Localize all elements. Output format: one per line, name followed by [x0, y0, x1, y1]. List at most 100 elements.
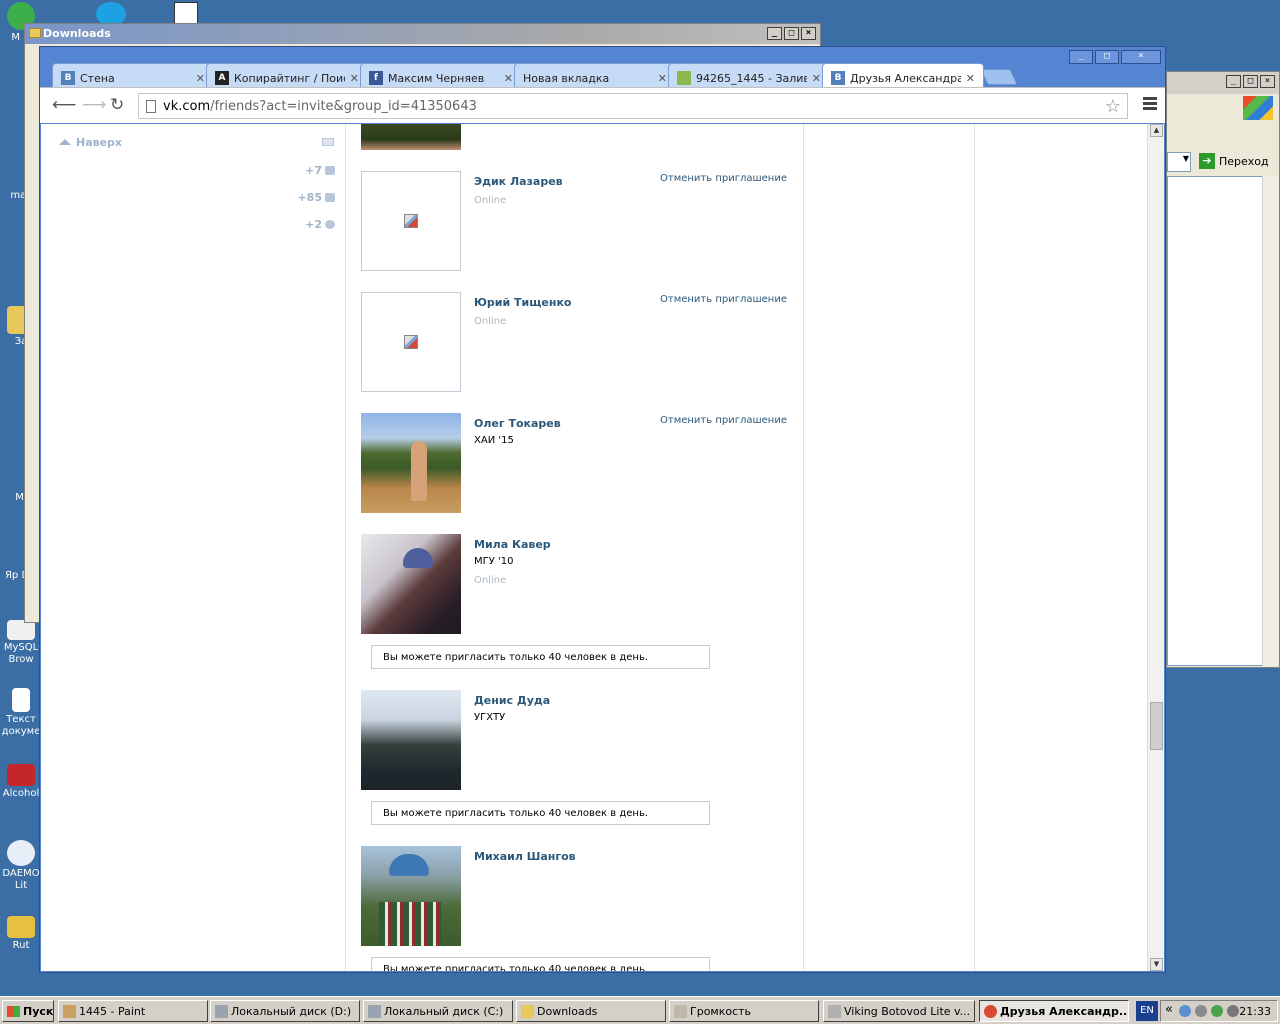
tab-wall[interactable]: В Стена ✕: [52, 63, 214, 87]
scroll-up-arrow-icon[interactable]: ▲: [1150, 124, 1163, 137]
scroll-to-top-link[interactable]: Наверх: [59, 136, 122, 149]
downloads-titlebar[interactable]: Downloads _ □ ×: [25, 24, 820, 44]
tab-close-icon[interactable]: ✕: [812, 72, 821, 85]
windows-logo-icon: [1243, 96, 1273, 120]
tab-image-upload[interactable]: 94265_1445 - Заливка ✕: [668, 63, 830, 87]
tab-close-icon[interactable]: ✕: [350, 72, 359, 85]
maximize-button[interactable]: □: [784, 27, 799, 40]
vk-icon: В: [61, 71, 75, 85]
start-button[interactable]: Пуск: [2, 1000, 54, 1022]
menu-icon[interactable]: [1143, 97, 1157, 112]
alcohol-icon: [7, 764, 35, 786]
ie-content: [1167, 176, 1263, 666]
back-arrow-icon[interactable]: ⟵: [52, 97, 76, 114]
friend-name[interactable]: Олег Токарев: [474, 417, 561, 430]
friends-counter[interactable]: +7: [305, 164, 335, 177]
tab-facebook[interactable]: f Максим Черняев ✕: [360, 63, 522, 87]
tab-label: 94265_1445 - Заливка: [696, 71, 807, 85]
cancel-invite-link[interactable]: Отменить приглашение: [660, 294, 787, 305]
tab-close-icon[interactable]: ✕: [966, 72, 975, 85]
bookmark-star-icon[interactable]: ☆: [1105, 96, 1121, 117]
tab-label: Копирайтинг / Поиск з: [234, 71, 345, 85]
forward-arrow-icon[interactable]: ⟶: [82, 97, 106, 114]
close-button[interactable]: ×: [1260, 75, 1275, 88]
tab-close-icon[interactable]: ✕: [196, 72, 205, 85]
go-button[interactable]: ➔ Переход: [1199, 153, 1269, 169]
go-arrow-icon: ➔: [1199, 153, 1215, 169]
taskbar-item-disk-d[interactable]: Локальный диск (D:): [210, 1000, 360, 1022]
cancel-invite-link[interactable]: Отменить приглашение: [660, 173, 787, 184]
speaker-icon[interactable]: [1227, 1005, 1239, 1017]
tab-friends[interactable]: В Друзья Александра Ко ✕: [822, 63, 984, 87]
friend-photo[interactable]: [361, 690, 461, 790]
desktop-icon-label: MySQL Brow: [3, 642, 39, 665]
tab-new[interactable]: Новая вкладка ✕: [514, 63, 676, 87]
document-icon[interactable]: [174, 2, 198, 24]
taskbar-item-paint[interactable]: 1445 - Paint: [58, 1000, 208, 1022]
tab-copywriting[interactable]: A Копирайтинг / Поиск з ✕: [206, 63, 368, 87]
maximize-button[interactable]: □: [1095, 50, 1119, 64]
desktop-icon-alcohol[interactable]: Alcohol: [0, 764, 42, 800]
taskbar-item-chrome[interactable]: Друзья Александр...: [979, 1000, 1129, 1022]
minimize-button[interactable]: _: [1226, 75, 1241, 88]
desktop-icon-rut[interactable]: Rut: [0, 916, 42, 952]
ie-titlebar[interactable]: _ □ ×: [1167, 72, 1279, 94]
friend-name[interactable]: Мила Кавер: [474, 538, 551, 551]
facebook-icon: f: [369, 71, 383, 85]
mail-icon[interactable]: [322, 138, 334, 146]
friend-photo[interactable]: [361, 413, 461, 513]
new-tab-button[interactable]: [980, 69, 1018, 85]
close-button[interactable]: ×: [801, 27, 816, 40]
taskbar-item-label: Друзья Александр...: [1000, 1005, 1129, 1018]
page-scrollbar[interactable]: ▲ ▼: [1147, 124, 1164, 971]
address-dropdown[interactable]: ▼: [1167, 152, 1191, 172]
column-divider: [974, 124, 975, 971]
tray-expand-icon[interactable]: «: [1165, 1002, 1173, 1017]
network-icon[interactable]: [1179, 1005, 1191, 1017]
settings-counter[interactable]: +2: [305, 218, 335, 231]
chrome-window[interactable]: _ □ × В Стена ✕ A Копирайтинг / Поиск з …: [39, 46, 1166, 973]
taskbar-item-disk-c[interactable]: Локальный диск (C:): [363, 1000, 513, 1022]
desktop-icon-mysql[interactable]: MySQL Brow: [0, 620, 42, 666]
friend-photo[interactable]: [361, 171, 461, 271]
friend-name[interactable]: Денис Дуда: [474, 694, 550, 707]
taskbar-item-volume[interactable]: Громкость: [669, 1000, 819, 1022]
friend-photo[interactable]: [361, 292, 461, 392]
desktop-icon-text[interactable]: Текст докуме: [0, 688, 42, 738]
reload-icon[interactable]: ↻: [110, 97, 124, 114]
tab-close-icon[interactable]: ✕: [504, 72, 513, 85]
rut-icon: [7, 916, 35, 938]
volume-icon: [674, 1005, 687, 1018]
friend-name[interactable]: Михаил Шангов: [474, 850, 576, 863]
ie-scrollbar[interactable]: [1262, 176, 1278, 666]
usb-icon[interactable]: [1195, 1005, 1207, 1017]
advego-icon: A: [215, 71, 229, 85]
antivirus-icon[interactable]: [1211, 1005, 1223, 1017]
friend-photo[interactable]: [361, 846, 461, 946]
invite-limit-notice: Вы можете пригласить только 40 человек в…: [371, 645, 710, 669]
friend-name[interactable]: Юрий Тищенко: [474, 296, 572, 309]
close-button[interactable]: ×: [1121, 50, 1161, 64]
friends-icon: [325, 166, 335, 175]
minimize-button[interactable]: _: [767, 27, 782, 40]
scroll-down-arrow-icon[interactable]: ▼: [1150, 958, 1163, 971]
address-bar[interactable]: vk.com/friends?act=invite&group_id=41350…: [138, 93, 1128, 119]
minimize-button[interactable]: _: [1069, 50, 1093, 64]
maximize-button[interactable]: □: [1243, 75, 1258, 88]
online-status: Online: [474, 195, 507, 206]
ie-window[interactable]: _ □ × ▼ ➔ Переход: [1166, 71, 1280, 668]
messages-counter[interactable]: +85: [297, 191, 335, 204]
scrollbar-thumb[interactable]: [1150, 702, 1163, 750]
taskbar-item-viking[interactable]: Viking Botovod Lite v...: [823, 1000, 975, 1022]
taskbar-item-downloads[interactable]: Downloads: [516, 1000, 666, 1022]
cancel-invite-link[interactable]: Отменить приглашение: [660, 415, 787, 426]
friend-photo[interactable]: [361, 124, 461, 150]
chevron-down-icon: ▼: [1182, 154, 1189, 163]
desktop-icon-daemon[interactable]: DAEMO Lit: [0, 840, 42, 892]
friend-name[interactable]: Эдик Лазарев: [474, 175, 563, 188]
friend-photo[interactable]: [361, 534, 461, 634]
invite-limit-notice: Вы можете пригласить только 40 человек в…: [371, 957, 710, 971]
counter-value: +7: [305, 164, 322, 177]
language-indicator[interactable]: EN: [1136, 1001, 1158, 1021]
tab-close-icon[interactable]: ✕: [658, 72, 667, 85]
